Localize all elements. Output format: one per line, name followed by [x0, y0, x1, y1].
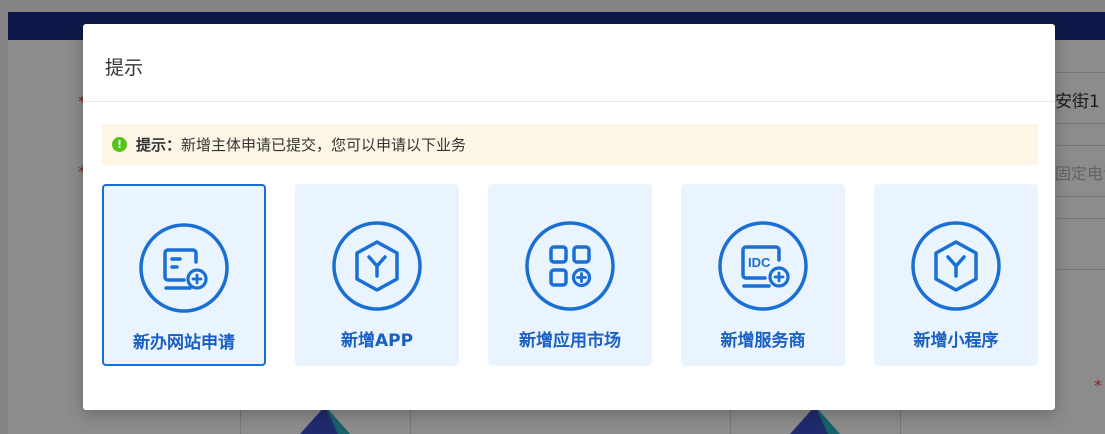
dialog-header: 提示 — [83, 24, 1055, 102]
option-new-app[interactable]: 新增APP — [295, 184, 459, 366]
app-grid-add-icon — [525, 221, 615, 311]
dialog-title: 提示 — [105, 57, 144, 79]
info-dot-icon: ! — [112, 137, 127, 152]
option-new-website[interactable]: 新办网站申请 — [102, 184, 266, 366]
option-label: 新增服务商 — [720, 331, 806, 351]
business-options: 新办网站申请 新增APP 新增应用市场 IDC 新增服务商 新增小程序 — [102, 184, 1038, 366]
notice-banner: ! 提示： 新增主体申请已提交，您可以申请以下业务 — [102, 124, 1038, 165]
option-new-service-provider[interactable]: IDC 新增服务商 — [681, 184, 845, 366]
cube-icon — [332, 221, 422, 311]
option-label: 新增小程序 — [913, 331, 999, 351]
prompt-dialog: 提示 ! 提示： 新增主体申请已提交，您可以申请以下业务 新办网站申请 新增AP… — [83, 24, 1055, 410]
notice-label: 提示： — [136, 136, 182, 154]
option-label: 新增APP — [340, 331, 414, 351]
option-new-app-market[interactable]: 新增应用市场 — [488, 184, 652, 366]
option-new-mini-program[interactable]: 新增小程序 — [874, 184, 1038, 366]
option-label: 新办网站申请 — [133, 333, 235, 353]
svg-text:IDC: IDC — [748, 255, 771, 270]
notice-text: 新增主体申请已提交，您可以申请以下业务 — [181, 136, 467, 154]
idc-add-icon: IDC — [718, 221, 808, 311]
cube-icon — [911, 221, 1001, 311]
option-label: 新增应用市场 — [519, 331, 621, 351]
website-add-icon — [139, 223, 229, 313]
